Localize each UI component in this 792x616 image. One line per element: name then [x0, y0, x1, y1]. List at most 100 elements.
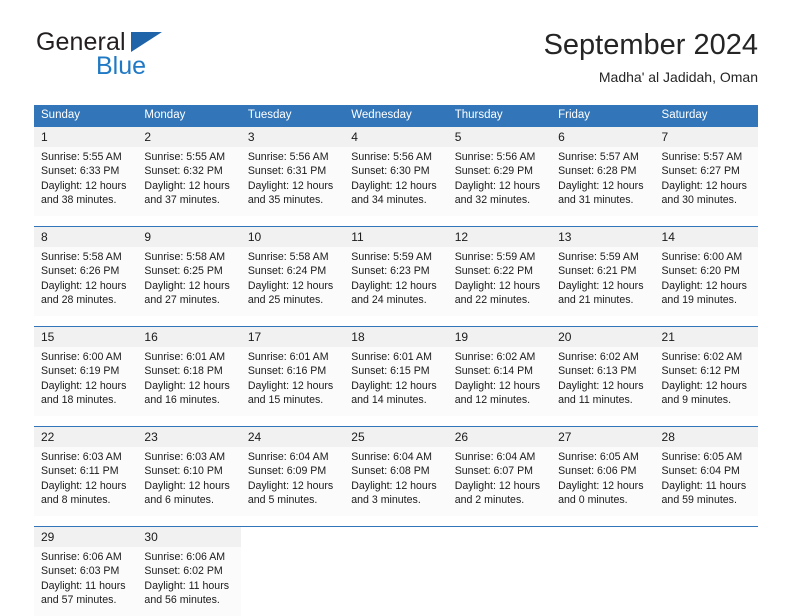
day-sunset-text: Sunset: 6:25 PM — [144, 265, 223, 278]
day-daylight-1-text: Daylight: 12 hours — [351, 279, 437, 292]
day-number-cell[interactable]: 27 — [551, 426, 655, 447]
day-number-cell[interactable]: 2 — [137, 126, 241, 147]
day-sunset-text: Sunset: 6:30 PM — [351, 165, 430, 178]
day-daylight-2-text: and 59 minutes. — [661, 494, 737, 507]
day-number-cell[interactable]: 15 — [34, 326, 138, 347]
day-sunset-text: Sunset: 6:15 PM — [351, 365, 430, 378]
day-number-cell[interactable]: 22 — [34, 426, 138, 447]
day-daylight-2-text: and 27 minutes. — [144, 294, 220, 307]
day-number-cell[interactable]: 25 — [344, 426, 448, 447]
day-daylight-1-text: Daylight: 12 hours — [144, 179, 230, 192]
day-number-cell[interactable]: 11 — [344, 226, 448, 247]
day-daylight-2-text: and 8 minutes. — [41, 494, 111, 507]
logo-triangle-icon — [131, 32, 162, 52]
day-daylight-2-text: and 6 minutes. — [144, 494, 214, 507]
day-daylight-2-text: and 31 minutes. — [558, 194, 634, 207]
day-sunset-text: Sunset: 6:07 PM — [454, 465, 534, 478]
weekday-header-friday: Friday — [551, 105, 655, 127]
day-detail-cell: Sunrise: 6:01 AM Sunset: 6:18 PM Daylight:… — [137, 347, 241, 416]
day-daylight-2-text: and 21 minutes. — [558, 294, 634, 307]
day-number-cell[interactable]: 20 — [551, 326, 655, 347]
day-sunset-text: Sunset: 6:20 PM — [661, 265, 740, 278]
week-separator — [34, 316, 758, 327]
day-daylight-2-text: and 22 minutes. — [454, 294, 531, 307]
day-daylight-1-text: Daylight: 12 hours — [454, 379, 541, 392]
day-sunrise-text: Sunrise: 5:56 AM — [247, 151, 329, 163]
day-daylight-2-text: and 19 minutes. — [661, 294, 737, 307]
day-number-cell[interactable]: 17 — [240, 326, 345, 347]
day-sunset-text: Sunset: 6:10 PM — [144, 465, 223, 478]
day-sunset-text: Sunset: 6:16 PM — [247, 365, 327, 378]
day-daylight-1-text: Daylight: 12 hours — [558, 279, 644, 292]
day-daylight-1-text: Daylight: 12 hours — [351, 379, 437, 392]
day-sunset-text: Sunset: 6:11 PM — [41, 465, 119, 478]
week-separator — [34, 216, 758, 227]
day-number-cell[interactable]: 6 — [551, 126, 655, 147]
day-detail-cell: Sunrise: 5:56 AM Sunset: 6:29 PM Daylight:… — [447, 147, 552, 216]
day-number-cell[interactable]: 28 — [654, 426, 758, 447]
day-number-cell[interactable]: 8 — [34, 226, 138, 247]
day-detail-cell: Sunrise: 5:56 AM Sunset: 6:30 PM Daylight:… — [344, 147, 448, 216]
day-detail-cell: Sunrise: 6:04 AM Sunset: 6:07 PM Daylight:… — [447, 447, 552, 516]
day-daylight-2-text: and 16 minutes. — [144, 394, 220, 407]
day-number-empty — [447, 526, 552, 547]
day-daylight-2-text: and 18 minutes. — [41, 394, 117, 407]
day-sunset-text: Sunset: 6:03 PM — [41, 565, 120, 578]
day-number-cell[interactable]: 21 — [654, 326, 758, 347]
day-daylight-1-text: Daylight: 12 hours — [661, 279, 747, 292]
day-number-cell[interactable]: 4 — [344, 126, 448, 147]
weekday-header-monday: Monday — [137, 105, 241, 127]
day-number-cell[interactable]: 12 — [447, 226, 552, 247]
day-number-cell[interactable]: 30 — [137, 526, 241, 547]
day-number-cell[interactable]: 23 — [137, 426, 241, 447]
general-blue-logo[interactable]: General Blue — [34, 28, 274, 90]
day-sunset-text: Sunset: 6:24 PM — [247, 265, 327, 278]
day-number-cell[interactable]: 29 — [34, 526, 138, 547]
day-number-cell[interactable]: 10 — [240, 226, 345, 247]
day-number-cell[interactable]: 5 — [447, 126, 552, 147]
day-sunrise-text: Sunrise: 6:01 AM — [144, 351, 226, 363]
day-number-cell[interactable]: 18 — [344, 326, 448, 347]
day-daylight-1-text: Daylight: 12 hours — [41, 279, 127, 292]
day-sunset-text: Sunset: 6:04 PM — [661, 465, 740, 478]
day-number-cell[interactable]: 13 — [551, 226, 655, 247]
day-number-cell[interactable]: 19 — [447, 326, 552, 347]
day-sunrise-text: Sunrise: 6:05 AM — [661, 451, 743, 463]
logo-text-blue: Blue — [96, 52, 147, 80]
day-daylight-1-text: Daylight: 12 hours — [351, 179, 437, 192]
day-daylight-2-text: and 37 minutes. — [144, 194, 220, 207]
day-detail-cell: Sunrise: 5:58 AM Sunset: 6:26 PM Daylight:… — [34, 247, 138, 316]
day-detail-cell: Sunrise: 5:56 AM Sunset: 6:31 PM Daylight:… — [240, 147, 345, 216]
day-daylight-2-text: and 56 minutes. — [144, 594, 220, 607]
day-sunrise-text: Sunrise: 5:55 AM — [144, 151, 226, 163]
day-daylight-2-text: and 28 minutes. — [41, 294, 117, 307]
day-daylight-1-text: Daylight: 12 hours — [247, 479, 334, 492]
day-detail-cell: Sunrise: 6:05 AM Sunset: 6:06 PM Daylight:… — [551, 447, 655, 516]
day-sunrise-text: Sunrise: 5:58 AM — [41, 251, 122, 263]
day-sunrise-text: Sunrise: 6:01 AM — [351, 351, 432, 363]
day-daylight-2-text: and 35 minutes. — [247, 194, 324, 207]
day-number-cell[interactable]: 26 — [447, 426, 552, 447]
day-daylight-2-text: and 3 minutes. — [351, 494, 421, 507]
day-detail-cell: Sunrise: 5:57 AM Sunset: 6:27 PM Daylight:… — [654, 147, 758, 216]
day-number-cell[interactable]: 14 — [654, 226, 758, 247]
week-detail-row: Sunrise: 6:06 AM Sunset: 6:03 PM Daylight:… — [34, 547, 758, 616]
day-detail-cell: Sunrise: 6:01 AM Sunset: 6:15 PM Daylight:… — [344, 347, 448, 416]
day-detail-empty — [240, 547, 345, 616]
day-daylight-1-text: Daylight: 12 hours — [144, 479, 230, 492]
day-number-cell[interactable]: 1 — [34, 126, 138, 147]
week-daynumber-row: 15 16 17 18 19 20 21 — [34, 326, 758, 347]
day-number-cell[interactable]: 16 — [137, 326, 241, 347]
day-number-cell[interactable]: 3 — [240, 126, 345, 147]
day-number-cell[interactable]: 24 — [240, 426, 345, 447]
day-daylight-1-text: Daylight: 12 hours — [661, 379, 747, 392]
day-detail-empty — [344, 547, 448, 616]
day-sunset-text: Sunset: 6:14 PM — [454, 365, 534, 378]
day-sunrise-text: Sunrise: 6:03 AM — [144, 451, 226, 463]
day-sunset-text: Sunset: 6:33 PM — [41, 165, 120, 178]
day-daylight-2-text: and 24 minutes. — [351, 294, 427, 307]
day-detail-cell: Sunrise: 6:02 AM Sunset: 6:12 PM Daylight:… — [654, 347, 758, 416]
day-number-cell[interactable]: 9 — [137, 226, 241, 247]
day-number-cell[interactable]: 7 — [654, 126, 758, 147]
week-separator-cell — [34, 516, 758, 527]
